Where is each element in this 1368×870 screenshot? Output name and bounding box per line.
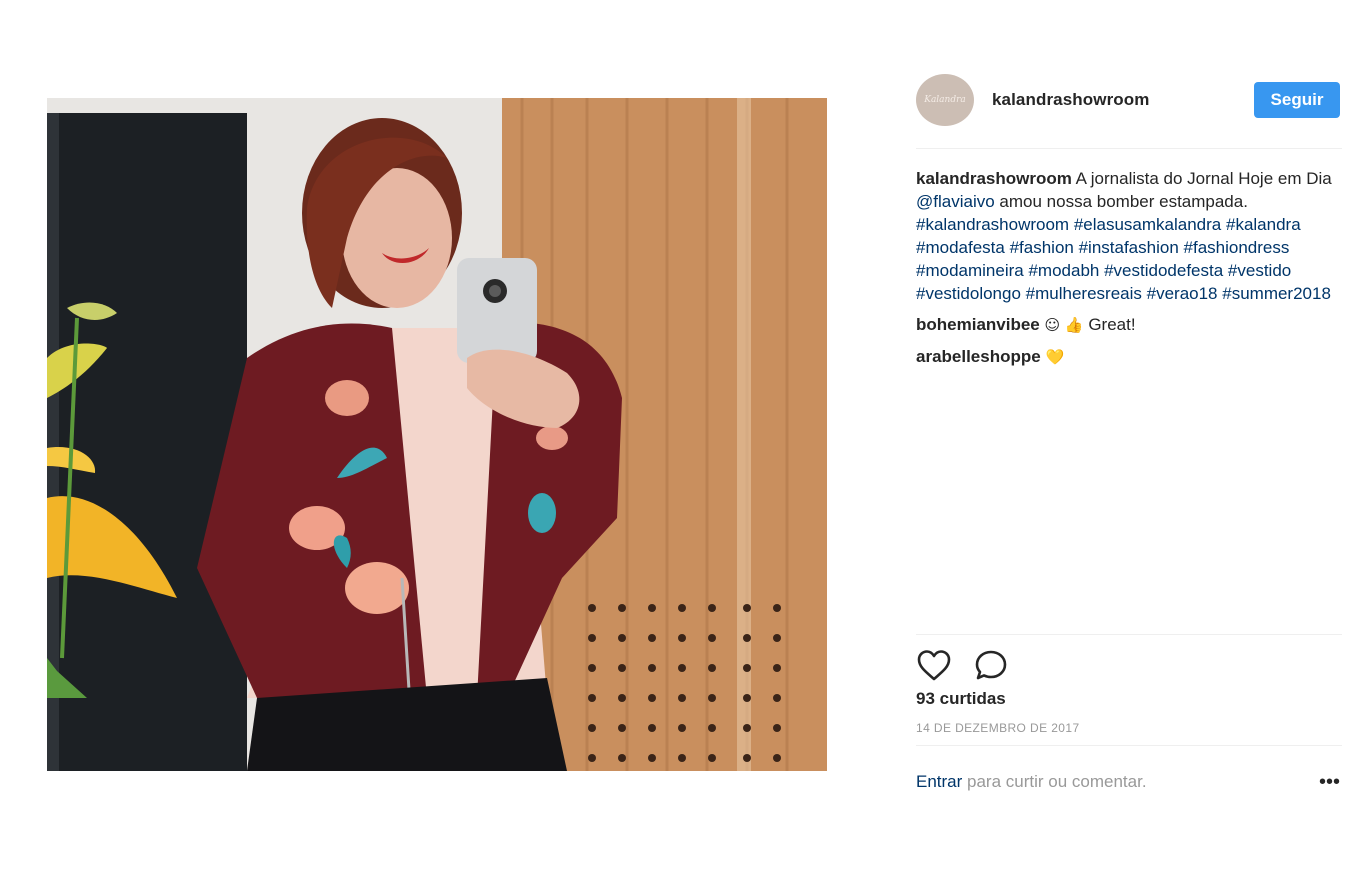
comment-text: Great! [1083,315,1136,334]
header-divider [916,148,1342,149]
hashtag-link[interactable]: #verao18 [1147,284,1218,303]
comment: arabelleshoppe 💛 [916,345,1342,369]
hashtag-link[interactable]: #kalandrashowroom [916,215,1069,234]
hashtag-link[interactable]: #modafesta [916,238,1005,257]
more-options-icon[interactable]: ••• [1319,771,1340,794]
caption-author[interactable]: kalandrashowroom [916,169,1072,188]
selfie-image [47,98,827,771]
mention-link[interactable]: @flaviaivo [916,192,995,211]
login-link[interactable]: Entrar [916,772,962,791]
post-date[interactable]: 14 DE DEZEMBRO DE 2017 [916,721,1342,735]
caption-text: A jornalista do Jornal Hoje em Dia [1071,169,1332,188]
hashtag-link[interactable]: #summer2018 [1222,284,1331,303]
hashtag-link[interactable]: #kalandra [1226,215,1301,234]
hashtag-link[interactable]: #fashiondress [1184,238,1290,257]
heart-emoji: 💛 [1045,348,1065,366]
hashtag-link[interactable]: #modamineira [916,261,1024,280]
post-footer: 93 curtidas 14 DE DEZEMBRO DE 2017 Entra… [916,634,1342,818]
comment-author[interactable]: bohemianvibee [916,315,1040,334]
action-bar [916,635,1342,695]
author-username[interactable]: kalandrashowroom [992,90,1254,110]
comment-emoji: ☺ 👍 [1044,316,1084,334]
comment-bubble-icon[interactable] [974,647,1010,683]
caption-text-end: amou nossa bomber estampada. [994,192,1248,211]
hashtag-list: #kalandrashowroom #elasusamkalandra #kal… [916,213,1342,305]
post-sidebar: Kalandra kalandrashowroom Seguir kalandr… [916,72,1342,369]
hashtag-link[interactable]: #vestidodefesta [1104,261,1223,280]
hashtag-link[interactable]: #elasusamkalandra [1074,215,1221,234]
login-prompt-text: Entrar para curtir ou comentar. [916,772,1147,792]
hashtag-link[interactable]: #fashion [1010,238,1074,257]
hashtag-link[interactable]: #vestidolongo [916,284,1021,303]
likes-count[interactable]: 93 curtidas [916,689,1342,709]
hashtag-link[interactable]: #modabh [1028,261,1099,280]
avatar-logo-text: Kalandra [924,95,966,105]
login-text: para curtir ou comentar. [962,772,1147,791]
hashtag-link[interactable]: #mulheresreais [1026,284,1142,303]
hashtag-link[interactable]: #vestido [1228,261,1291,280]
follow-button[interactable]: Seguir [1254,82,1340,118]
brand-logo-avatar[interactable]: Kalandra [916,74,974,126]
comment-author[interactable]: arabelleshoppe [916,347,1041,366]
comment: bohemianvibee ☺ 👍 Great! [916,313,1342,337]
post-photo[interactable] [47,98,827,771]
login-prompt: Entrar para curtir ou comentar. ••• [916,746,1342,818]
hashtag-link[interactable]: #instafashion [1079,238,1179,257]
heart-icon[interactable] [916,647,952,683]
post-caption: kalandrashowroom A jornalista do Jornal … [916,167,1342,305]
post-header: Kalandra kalandrashowroom Seguir [916,72,1342,128]
